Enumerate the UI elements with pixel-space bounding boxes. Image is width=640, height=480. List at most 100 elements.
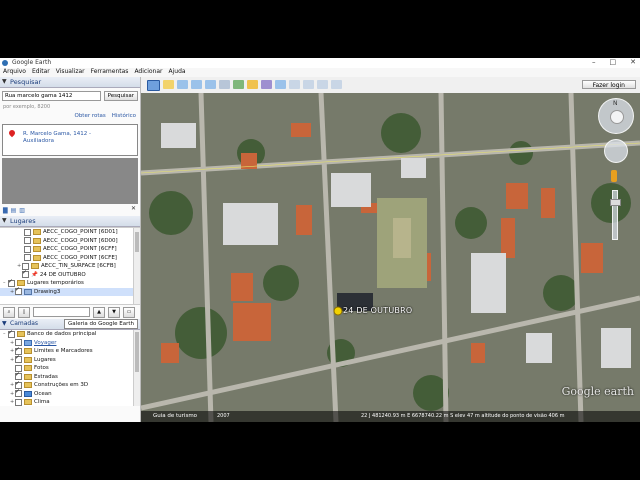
tree-item-label: AECC_COGO_POINT [6D01] [43,229,118,236]
scrollbar-thumb[interactable] [135,232,139,252]
get-directions-link[interactable]: Obter rotas [74,113,105,119]
close-icon[interactable]: ✕ [131,205,136,212]
layer-item[interactable]: +Lugares [0,354,140,365]
record-tour-icon[interactable] [219,80,230,89]
add-polygon-icon[interactable] [177,80,188,89]
login-button[interactable]: Fazer login [581,80,636,89]
checkbox[interactable] [15,354,22,364]
tree-item-selected[interactable]: +Drawing3 [0,286,140,296]
tree-item[interactable]: AECC_COGO_POINT [6CFF] [0,245,140,254]
tour-icon[interactable]: ▭ [123,306,135,318]
move-control[interactable] [604,139,628,163]
layer-item[interactable]: +Construções em 3D [0,380,140,390]
add-placemark-icon[interactable] [163,80,174,89]
checkbox[interactable] [24,228,31,236]
placemark-label[interactable]: 24 DE OUTUBRO [343,306,412,315]
places-filter-input[interactable] [33,307,90,317]
collapse-arrow-icon[interactable]: ▼ [2,319,7,329]
checkbox[interactable] [8,278,15,287]
tree-item[interactable]: AECC_COGO_POINT [6D01] [0,228,140,237]
look-control[interactable]: N [598,98,634,134]
search-result[interactable]: R. Marcelo Gama, 1412 - Auxiliadora [2,124,138,156]
layers-scrollbar[interactable] [133,330,140,406]
scrollbar-thumb[interactable] [135,332,139,372]
layer-item[interactable]: + Voyager [0,339,140,348]
view-panel-icon[interactable]: ▯ [18,306,30,318]
layer-label: Banco de dados principal [27,331,97,338]
add-overlay-icon[interactable] [205,80,216,89]
list-icon[interactable]: ▤ [11,207,17,214]
checkbox[interactable] [24,254,31,262]
checkbox[interactable] [24,237,31,245]
tree-item-label: Lugares temporários [27,280,84,287]
collapse-arrow-icon[interactable]: ▼ [2,77,7,87]
tree-item[interactable]: AECC_COGO_POINT [6D00] [0,237,140,246]
sunlight-icon[interactable] [247,80,258,89]
historical-imagery-icon[interactable] [233,80,244,89]
zoom-slider-thumb[interactable] [610,199,621,206]
tour-guide-button[interactable]: Guia de turismo [153,413,197,419]
email-icon[interactable] [289,80,300,89]
satellite-map-view[interactable]: 24 DE OUTUBRO N Google earth Guia de tur… [141,93,640,422]
close-button[interactable]: ✕ [630,58,636,66]
places-header[interactable]: ▼ Lugares [0,216,140,227]
layer-item[interactable]: –Banco de dados principal [0,330,140,339]
tree-item-label: AECC_COGO_POINT [6D00] [43,237,118,244]
menu-ferramentas[interactable]: Ferramentas [91,68,129,77]
layer-item[interactable]: +Ocean [0,388,140,399]
menu-editar[interactable]: Editar [32,68,50,77]
maximize-button[interactable]: □ [610,58,617,66]
search-button[interactable]: Pesquisar [103,91,138,101]
history-link[interactable]: Histórico [112,113,136,119]
checkbox[interactable] [8,330,15,338]
add-path-icon[interactable] [191,80,202,89]
earth-gallery-button[interactable]: Galeria do Google Earth [64,319,138,329]
search-input[interactable] [2,91,101,101]
menu-ajuda[interactable]: Ajuda [169,68,186,77]
checkbox[interactable] [24,245,31,253]
street-view-pegman-icon[interactable] [611,170,617,182]
places-scrollbar[interactable] [133,228,140,304]
result-district[interactable]: Auxiliadora [23,138,91,145]
search-places-icon[interactable]: ⌕ [3,306,15,318]
collapse-arrow-icon[interactable]: ▼ [2,216,7,226]
google-maps-icon[interactable] [331,80,342,89]
tree-item[interactable]: + AECC_TIN_SURFACE [6CFB] [0,262,140,271]
tree-item[interactable]: –Lugares temporários [0,278,140,288]
layer-item[interactable]: Estradas [0,371,140,382]
move-up-icon[interactable]: ▲ [93,306,105,318]
print-icon[interactable]: ▥ [19,207,25,214]
layer-item[interactable]: +Limites e Marcadores [0,346,140,356]
switch-planet-icon[interactable] [261,80,272,89]
layers-tree: –Banco de dados principal +Voyager +Limi… [0,330,140,406]
zoom-slider[interactable] [610,190,621,240]
tree-item[interactable]: AECC_COGO_POINT [6CFE] [0,254,140,263]
north-icon[interactable]: N [613,100,618,107]
menu-visualizar[interactable]: Visualizar [56,68,85,77]
layer-item[interactable]: Fotos [0,364,140,373]
google-earth-logo: Google earth [561,385,634,398]
minimize-button[interactable]: – [592,58,596,66]
checkbox[interactable] [15,286,22,296]
hide-sidebar-icon[interactable] [147,80,160,91]
checkbox[interactable] [15,398,22,406]
print-icon[interactable] [303,80,314,89]
search-header[interactable]: ▼ Pesquisar [0,77,140,88]
ruler-icon[interactable] [275,80,286,89]
layer-item[interactable]: + Clima [0,398,140,406]
result-address[interactable]: R. Marcelo Gama, 1412 - [23,131,91,138]
menu-arquivo[interactable]: Arquivo [3,68,26,77]
checkbox[interactable] [22,269,29,279]
eye-icon[interactable] [610,110,624,124]
save-image-icon[interactable] [317,80,328,89]
map-toolbar: Fazer login [141,77,640,94]
places-tree: AECC_COGO_POINT [6D01] AECC_COGO_POINT [… [0,227,140,305]
menu-bar: Arquivo Editar Visualizar Ferramentas Ad… [0,68,640,77]
folder-icon[interactable]: ▇ [3,207,8,214]
checkbox[interactable] [15,388,22,398]
move-down-icon[interactable]: ▼ [108,306,120,318]
tree-item[interactable]: 📌24 DE OUTUBRO [0,269,140,280]
menu-adicionar[interactable]: Adicionar [134,68,162,77]
tree-item-label: 24 DE OUTUBRO [39,271,86,278]
layers-tab[interactable]: ▼ Camadas [0,319,64,329]
